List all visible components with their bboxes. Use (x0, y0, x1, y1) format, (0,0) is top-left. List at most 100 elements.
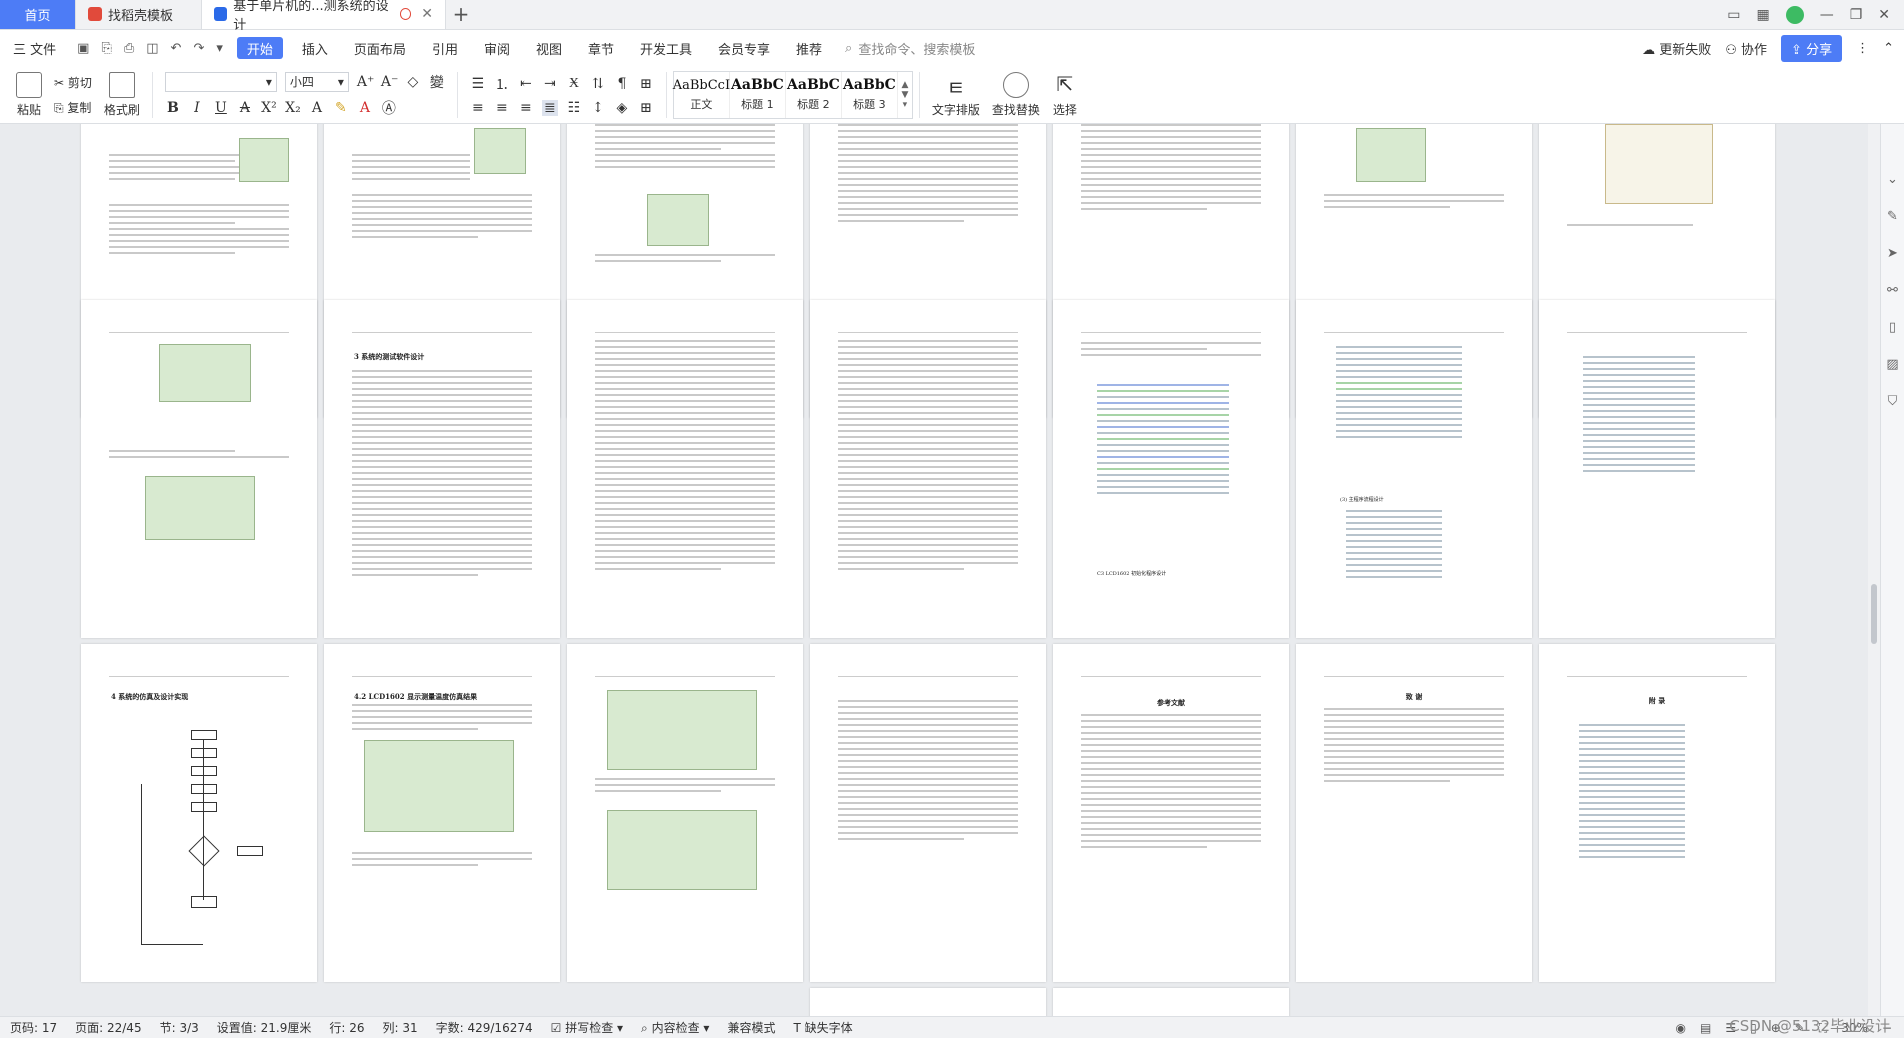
connect-icon[interactable]: ⚯ (1887, 283, 1898, 298)
content-check-button[interactable]: ⌕ 内容检查 ▾ (641, 1019, 709, 1036)
status-word-count[interactable]: 字数: 429/16274 (436, 1019, 533, 1036)
shield-icon[interactable]: ⛉ (1888, 394, 1898, 409)
align-center-icon[interactable]: ≡ (494, 100, 510, 116)
sort-icon[interactable]: ⇅ (590, 76, 606, 92)
page-thumbnail[interactable]: C3 LCD1602 初始化程序设计 (1053, 300, 1289, 638)
menu-devtools[interactable]: 开发工具 (627, 30, 705, 66)
close-window-icon[interactable]: ✕ (1878, 7, 1890, 23)
style-normal[interactable]: AaBbCcI 正文 (673, 71, 730, 118)
text-layout-button[interactable]: ㅌ 文字排版 (926, 72, 986, 118)
page-thumbnail[interactable]: 致 谢 (1296, 644, 1532, 982)
share-button[interactable]: ⇪ 分享 (1781, 34, 1843, 62)
select-button[interactable]: ⇱ 选择 (1046, 72, 1084, 118)
shading-icon[interactable]: ◈ (614, 100, 630, 116)
font-color-icon[interactable]: A (357, 100, 373, 116)
style-scroll[interactable]: ▲ ▼ ▾ (898, 72, 912, 118)
page-thumbnail[interactable]: 附 录 (1539, 644, 1775, 982)
maximize-icon[interactable]: ❐ (1850, 7, 1863, 23)
minimize-icon[interactable]: — (1820, 7, 1834, 23)
status-page-number[interactable]: 页码: 17 (10, 1019, 57, 1036)
menu-insert[interactable]: 插入 (289, 30, 341, 66)
numbered-list-icon[interactable]: ⒈ (494, 74, 510, 94)
format-painter-button[interactable]: 格式刷 (98, 71, 146, 118)
chinese-layout-icon[interactable]: Ӿ (566, 75, 582, 92)
char-border-icon[interactable]: Ⓐ (381, 98, 397, 118)
page-thumbnail[interactable]: (3) 主程序流程设计 (1296, 300, 1532, 638)
strikethrough-icon[interactable]: A (237, 100, 253, 116)
decrease-indent-icon[interactable]: ⇤ (518, 76, 534, 92)
page-thumbnail[interactable] (810, 644, 1046, 982)
grid-icon[interactable]: ▦ (1756, 7, 1769, 23)
expand-sidebar-icon[interactable]: ⌄ (1887, 172, 1898, 187)
collab-button[interactable]: ⚇ 协作 (1725, 39, 1767, 58)
find-replace-button[interactable]: 查找替换 (986, 71, 1046, 118)
page-thumbnail[interactable]: 参考文献 (1053, 644, 1289, 982)
phonetic-icon[interactable]: 變 (429, 72, 445, 92)
close-tab-icon[interactable]: ✕ (421, 6, 433, 22)
page-thumbnail[interactable]: 4 系统的仿真及设计实现 (81, 644, 317, 982)
font-size-select[interactable]: 小四 ▾ (284, 71, 349, 92)
menu-section[interactable]: 章节 (575, 30, 627, 66)
layout-icon[interactable]: ▭ (1727, 7, 1740, 23)
tab-home[interactable]: 首页 (0, 0, 76, 29)
text-effect-icon[interactable]: A (309, 100, 325, 116)
file-menu[interactable]: 三 文件 (0, 30, 69, 66)
menu-review[interactable]: 审阅 (471, 30, 523, 66)
underline-icon[interactable]: U (213, 100, 229, 116)
spell-check-button[interactable]: ☑ 拼写检查 ▾ (551, 1019, 623, 1036)
clear-format-icon[interactable]: ◇ (405, 74, 421, 90)
tab-template[interactable]: 找稻壳模板 (76, 0, 202, 29)
print-icon[interactable]: ⎙ (124, 41, 134, 56)
tab-document[interactable]: 基于单片机的...测系统的设计 ✕ (202, 0, 446, 33)
menu-layout[interactable]: 页面布局 (341, 30, 419, 66)
image-icon[interactable]: ▨ (1886, 357, 1898, 372)
bullet-list-icon[interactable]: ☰ (470, 76, 486, 92)
save-icon[interactable]: ▣ (77, 41, 89, 56)
page-thumbnail[interactable] (567, 644, 803, 982)
edit-icon[interactable]: ✎ (1887, 209, 1898, 224)
page-thumbnail[interactable]: 3 系统的测试软件设计 (324, 300, 560, 638)
warning-icon[interactable] (399, 8, 412, 20)
vertical-scrollbar[interactable] (1868, 124, 1880, 1016)
line-spacing-icon[interactable]: ↕ (590, 100, 606, 116)
subscript-icon[interactable]: X₂ (285, 100, 301, 116)
page-thumbnail[interactable] (81, 300, 317, 638)
book-icon[interactable]: ▯ (1889, 320, 1896, 335)
pointer-icon[interactable]: ➤ (1887, 246, 1898, 261)
document-canvas[interactable]: 3 系统的测试软件设计 C3 LCD1602 初始化程序设计 (3) 主程序流程… (0, 124, 1880, 1016)
scrollbar-thumb[interactable] (1871, 584, 1877, 644)
page-thumbnail[interactable] (1539, 300, 1775, 638)
align-right-icon[interactable]: ≡ (518, 100, 534, 116)
italic-icon[interactable]: I (189, 100, 205, 116)
shrink-font-icon[interactable]: A⁻ (381, 74, 399, 90)
undo-icon[interactable]: ↶ (171, 41, 182, 56)
cut-button[interactable]: ✂ 剪切 (54, 74, 92, 91)
menu-reference[interactable]: 引用 (419, 30, 471, 66)
status-page[interactable]: 页面: 22/45 (75, 1019, 141, 1036)
highlight-icon[interactable]: ✎ (333, 100, 349, 116)
menu-recommend[interactable]: 推荐 (783, 30, 835, 66)
borders-icon[interactable]: ⊞ (638, 100, 654, 116)
redo-icon[interactable]: ↷ (193, 41, 204, 56)
increase-indent-icon[interactable]: ⇥ (542, 76, 558, 92)
style-heading-2[interactable]: AaBbC 标题 2 (786, 71, 842, 118)
menu-view[interactable]: 视图 (523, 30, 575, 66)
command-search[interactable]: ⌕ 查找命令、搜索模板 (835, 39, 975, 58)
page-thumbnail[interactable]: 4.2 LCD1602 显示测量温度仿真结果 (324, 644, 560, 982)
page-thumbnail[interactable] (810, 988, 1046, 1016)
dropdown-icon[interactable]: ▾ (216, 41, 223, 56)
status-setting[interactable]: 设置值: 21.9厘米 (217, 1019, 312, 1036)
menu-start[interactable]: 开始 (236, 37, 283, 59)
missing-font-button[interactable]: T 缺失字体 (793, 1019, 852, 1036)
page-view-icon[interactable]: ▤ (1700, 1021, 1711, 1035)
justify-icon[interactable]: ≣ (541, 99, 558, 116)
menu-member[interactable]: 会员专享 (705, 30, 783, 66)
style-heading-1[interactable]: AaBbC 标题 1 (730, 71, 786, 118)
copy-button[interactable]: ⎘ 复制 (54, 99, 92, 116)
status-section[interactable]: 节: 3/3 (160, 1019, 199, 1036)
more-icon[interactable]: ⋮ (1856, 41, 1869, 56)
export-icon[interactable]: ⎘ (101, 41, 111, 56)
page-thumbnail[interactable] (810, 300, 1046, 638)
paste-button[interactable]: 粘贴 (10, 71, 48, 118)
page-thumbnail[interactable] (1053, 988, 1289, 1016)
